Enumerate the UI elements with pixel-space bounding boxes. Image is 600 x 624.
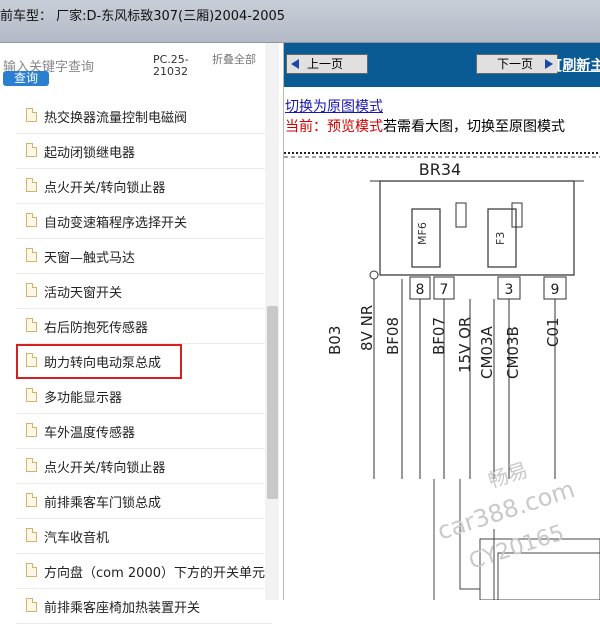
query-button[interactable]: 查询 (3, 71, 49, 86)
list-item-label: 汽车收音机 (44, 531, 110, 546)
pin-label: 7 (440, 282, 449, 298)
next-page-button[interactable]: 下一页 (476, 54, 558, 74)
list-item-label: 点火开关/转向锁止器 (44, 461, 166, 476)
model-code: PC.25-21032 (153, 53, 189, 78)
current-mode: 预览模式 (327, 119, 383, 135)
document-icon (26, 563, 37, 577)
document-icon (26, 493, 37, 507)
document-icon (26, 248, 37, 262)
list-item-label: 活动天窗开关 (44, 286, 123, 301)
list-item-label: 助力转向电动泵总成 (44, 356, 162, 371)
document-icon (26, 423, 37, 437)
left-panel: 输入关键字查询 查询 PC.25-21032 折叠全部 热交换器流量控制电磁阀 … (0, 43, 284, 624)
next-page-label: 下一页 (497, 57, 534, 71)
document-icon (26, 213, 37, 227)
list-item[interactable]: 天窗—触式马达 (16, 239, 272, 274)
right-panel: 上一页 下一页 [刷新主 切换为原图模式 当前：预览模式若需看大图，切换至原图模… (284, 43, 600, 600)
fuse-mf6-label: MF6 (416, 222, 429, 245)
window-title: 前车型： 厂家:D-东风标致307(三厢)2004-2005 (0, 9, 286, 24)
wiring-diagram: BR34 MF6 F3 8 7 3 9 B03 8V NR BF08 BF07 … (284, 149, 600, 600)
list-item[interactable]: 点火开关/转向锁止器 (16, 169, 272, 204)
refresh-link[interactable]: [刷新主 (556, 55, 600, 75)
list-item[interactable]: 方向盘（com 2000）下方的开关单元 (16, 554, 272, 589)
list-item[interactable]: 车外温度传感器 (16, 414, 272, 449)
list-item-label: 多功能显示器 (44, 391, 123, 406)
list-item-label: 天窗—触式马达 (44, 251, 136, 266)
list-item[interactable]: 汽车收音机 (16, 519, 272, 554)
list-item-label: 前排乘客车门锁总成 (44, 496, 162, 511)
wire-label: 8V NR (358, 305, 376, 351)
current-prefix: 当前： (285, 119, 327, 135)
list-item[interactable]: 活动天窗开关 (16, 274, 272, 309)
prev-page-label: 上一页 (307, 57, 344, 71)
list-item-label: 方向盘（com 2000）下方的开关单元 (44, 566, 265, 581)
pin-label: 8 (416, 282, 425, 298)
list-item[interactable]: 前排乘客座椅加热装置开关 (16, 589, 272, 624)
connector-label: BR34 (419, 160, 461, 179)
arrow-right-icon (545, 59, 553, 69)
collapse-all-button[interactable]: 折叠全部 (212, 54, 258, 65)
list-item[interactable]: 起动闭锁继电器 (16, 134, 272, 169)
prev-page-button[interactable]: 上一页 (286, 54, 368, 74)
document-icon (26, 178, 37, 192)
document-icon (26, 388, 37, 402)
document-icon (26, 318, 37, 332)
list-item-label: 自动变速箱程序选择开关 (44, 216, 188, 231)
document-icon (26, 528, 37, 542)
wire-label: 15V OR (456, 317, 474, 373)
document-icon (26, 143, 37, 157)
list-item[interactable]: 点火开关/转向锁止器 (16, 449, 272, 484)
component-list: 热交换器流量控制电磁阀 起动闭锁继电器 点火开关/转向锁止器 自动变速箱程序选择… (16, 99, 272, 624)
list-item-label: 车外温度传感器 (44, 426, 136, 441)
document-icon (26, 598, 37, 612)
document-icon (26, 353, 37, 367)
list-item-selected[interactable]: 助力转向电动泵总成 (16, 344, 182, 379)
list-item-label: 热交换器流量控制电磁阀 (44, 111, 188, 126)
wire-label: BF07 (430, 317, 448, 355)
wire-label: CM03B (504, 326, 522, 379)
arrow-left-icon (291, 59, 299, 69)
wire-label: B03 (326, 326, 344, 355)
mode-status: 当前：预览模式若需看大图，切换至原图模式 (285, 116, 565, 136)
wire-label: BF08 (384, 317, 402, 355)
list-item[interactable]: 右后防抱死传感器 (16, 309, 272, 344)
document-icon (26, 108, 37, 122)
list-item[interactable]: 自动变速箱程序选择开关 (16, 204, 272, 239)
document-icon (26, 458, 37, 472)
wire-label: CM03A (478, 325, 496, 379)
list-item-label: 点火开关/转向锁止器 (44, 181, 166, 196)
list-item-label: 右后防抱死传感器 (44, 321, 149, 336)
list-item[interactable]: 热交换器流量控制电磁阀 (16, 99, 272, 134)
list-item[interactable]: 前排乘客车门锁总成 (16, 484, 272, 519)
mode-hint: 若需看大图，切换至原图模式 (383, 119, 565, 135)
switch-original-link[interactable]: 切换为原图模式 (285, 96, 383, 116)
fuse-f3-label: F3 (494, 232, 507, 245)
document-icon (26, 283, 37, 297)
list-item[interactable]: 多功能显示器 (16, 379, 272, 414)
pin-label: 3 (505, 282, 514, 298)
page-toolbar: 上一页 下一页 [刷新主 (284, 43, 600, 87)
list-item-label: 起动闭锁继电器 (44, 146, 136, 161)
title-bar: 前车型： 厂家:D-东风标致307(三厢)2004-2005 (0, 0, 600, 43)
wire-label: C01 (544, 317, 562, 347)
pin-label: 9 (551, 282, 560, 298)
scrollbar-thumb[interactable] (267, 306, 278, 499)
